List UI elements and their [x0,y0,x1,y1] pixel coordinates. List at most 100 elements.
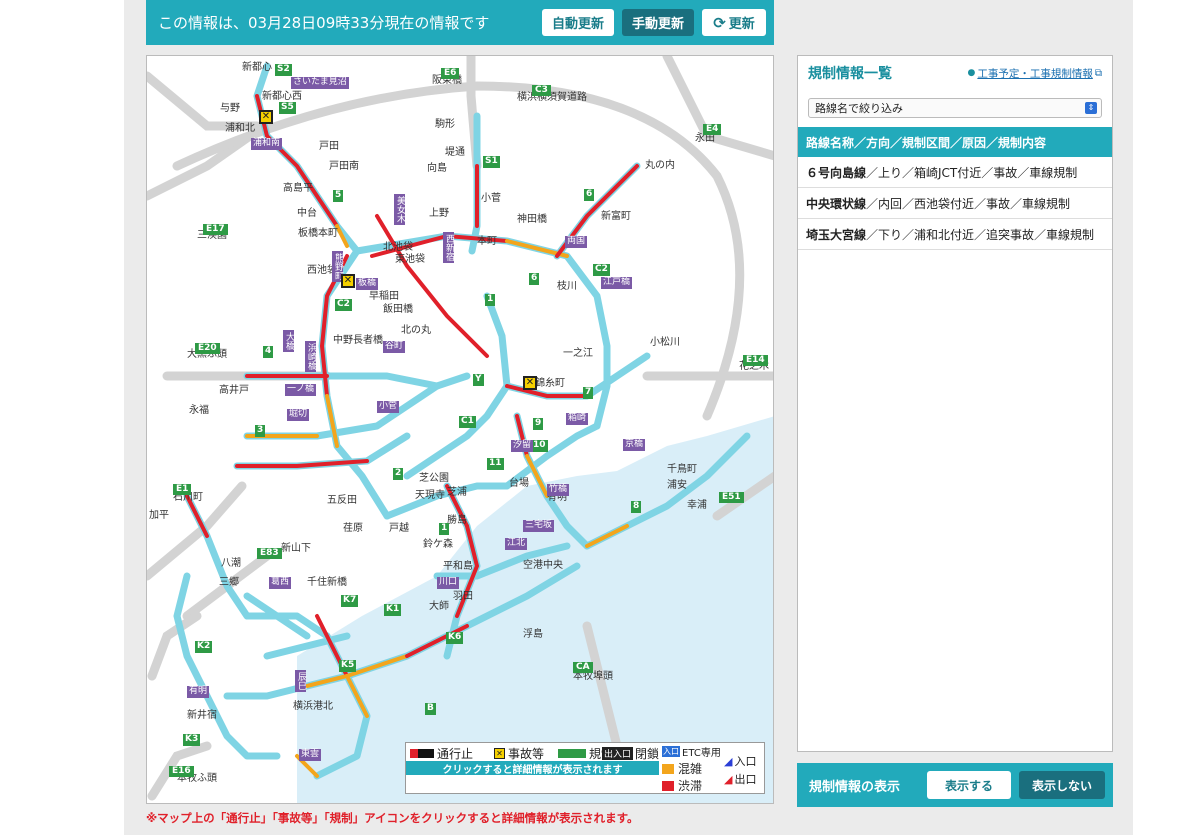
junction-label: 竹橋 [547,484,570,496]
auto-update-button[interactable]: 自動更新 [542,9,614,36]
legend-entrance-closed: 出入口 閉鎖 [602,745,659,762]
hide-regulation-button[interactable]: 表示しない [1019,771,1105,799]
map-label: 勝島 [447,515,467,526]
map-label: 高井戸 [219,385,249,396]
junction-label: 浜崎橋 [305,341,316,372]
manual-update-button[interactable]: 手動更新 [622,9,694,36]
map-label: 早稲田 [369,291,399,302]
map-label: 横浜港北 [293,701,333,712]
junction-label: 一ノ橋 [285,384,317,396]
route-badge[interactable]: 10 [531,440,548,452]
select-arrow-icon: ⇕ [1085,102,1097,114]
regulation-item[interactable]: 中央環状線 ／内回／西池袋付近／事故／車線規制 [798,188,1112,219]
route-badge[interactable]: 1 [439,523,450,535]
legend-etc: 入口 ETC専用 [662,744,721,759]
expressway-label: E83 [257,542,282,559]
route-badge[interactable]: 6 [584,189,595,201]
map-label: 五反田 [327,495,357,506]
regulation-route: ６号向島線 [806,165,867,180]
map-label: 新山下 [281,543,311,554]
accident-icon: ✕ [494,748,505,759]
map-label: 本牧埠頭 [573,671,613,682]
route-badge[interactable]: 2 [393,468,404,480]
route-badge[interactable]: S5 [279,102,296,114]
legend-entrance: ◢ 入口 [724,753,756,769]
route-badge[interactable]: K5 [339,660,357,672]
route-badge[interactable]: 8 [631,501,642,513]
route-badge[interactable]: C1 [459,416,476,428]
jam-swatch [662,780,674,791]
junction-label: 小菅 [377,401,400,413]
construction-link[interactable]: ● 工事予定・工事規制情報 ⧉ [968,66,1103,81]
route-badge[interactable]: K3 [183,734,201,746]
legend-entrance-label: 入口 [734,755,757,768]
route-badge[interactable]: K1 [384,604,402,616]
legend-click-hint: クリックすると詳細情報が表示されます [406,761,659,776]
regulation-table-header: 路線名称／方向／規制区間／原因／規制内容 [798,127,1112,157]
incident-marker[interactable]: ✕ [341,274,355,288]
junction-label: 堀切 [287,409,310,421]
expressway-code: E6 [441,68,460,79]
legend-accident-label: 事故等 [508,747,545,761]
route-badge[interactable]: S2 [275,64,292,76]
expressway-code: E83 [257,548,282,559]
route-badge[interactable]: C2 [335,299,352,311]
regulation-icon [558,749,586,758]
regulation-item[interactable]: ６号向島線 ／上り／箱崎JCT付近／事故／車線規制 [798,157,1112,188]
route-filter-select[interactable]: 路線名で絞り込み ⇕ [808,98,1102,118]
expressway-label: E14 [743,349,768,366]
route-badge[interactable]: B [425,703,436,715]
route-badge[interactable]: 3 [255,425,266,437]
route-badge[interactable]: 11 [487,458,504,470]
incident-marker[interactable]: ✕ [259,110,273,124]
map-label: 神田橋 [517,214,547,225]
map-label: 戸田 [319,141,339,152]
traffic-map[interactable]: 新都心 新都心西 与野 浦和北 戸田 戸田南 高島平 中台 板橋本町 西池袋 北… [146,55,774,804]
route-badge[interactable]: K2 [195,641,213,653]
map-label: 台場 [509,478,529,489]
legend-congestion-label: 混雑 [678,762,703,776]
route-badge[interactable]: C2 [593,264,610,276]
expressway-code: E51 [719,492,744,503]
map-label: 小松川 [650,337,680,348]
map-label: 上野 [429,208,449,219]
junction-label: 江戸橋 [601,277,633,289]
expressway-code: CA [573,662,593,673]
route-badge[interactable]: 9 [533,418,544,430]
route-badge[interactable]: S1 [483,156,500,168]
junction-label: 大橋 [283,330,294,352]
incident-marker[interactable]: ✕ [523,376,537,390]
map-label: 戸越 [389,523,409,534]
expressway-code: C3 [532,85,551,96]
map-label: 芝公園 [419,473,449,484]
entrance-arrow-icon: ◢ [724,754,733,768]
junction-label: 汐留 [511,440,534,452]
junction-label: 川口 [437,577,460,589]
route-filter-value: 路線名で絞り込み [815,102,903,115]
exit-arrow-icon: ◢ [724,772,733,786]
junction-label: さいたま見沼 [291,77,349,89]
map-label: 中台 [297,208,317,219]
route-badge[interactable]: 1 [485,294,496,306]
route-badge[interactable]: 6 [529,273,540,285]
map-label: 小菅 [481,193,501,204]
regulation-item[interactable]: 埼玉大宮線 ／下り／浦和北付近／追突事故／車線規制 [798,219,1112,250]
route-badge[interactable]: 5 [333,190,344,202]
panel-header: 規制情報一覧 ● 工事予定・工事規制情報 ⧉ [798,56,1112,90]
refresh-button[interactable]: ⟳ 更新 [702,9,766,36]
display-title: 規制情報の表示 [809,779,901,795]
circle-arrow-icon: ● [967,68,976,78]
regulation-detail: ／上り／箱崎JCT付近／事故／車線規制 [866,165,1078,180]
update-info-text: この情報は、03月28日09時33分現在の情報です [158,14,490,32]
refresh-icon: ⟳ [713,13,726,32]
expressway-label: CA [573,656,593,673]
route-badge[interactable]: K7 [341,595,359,607]
route-badge[interactable]: 7 [583,387,594,399]
route-badge[interactable]: Y [473,374,484,386]
route-badge[interactable]: 4 [263,346,274,358]
route-badge[interactable]: K6 [446,632,464,644]
map-label: 向島 [427,163,447,174]
expressway-label: E4 [703,118,722,135]
show-regulation-button[interactable]: 表示する [927,771,1011,799]
map-label: 千鳥町 [667,464,697,475]
